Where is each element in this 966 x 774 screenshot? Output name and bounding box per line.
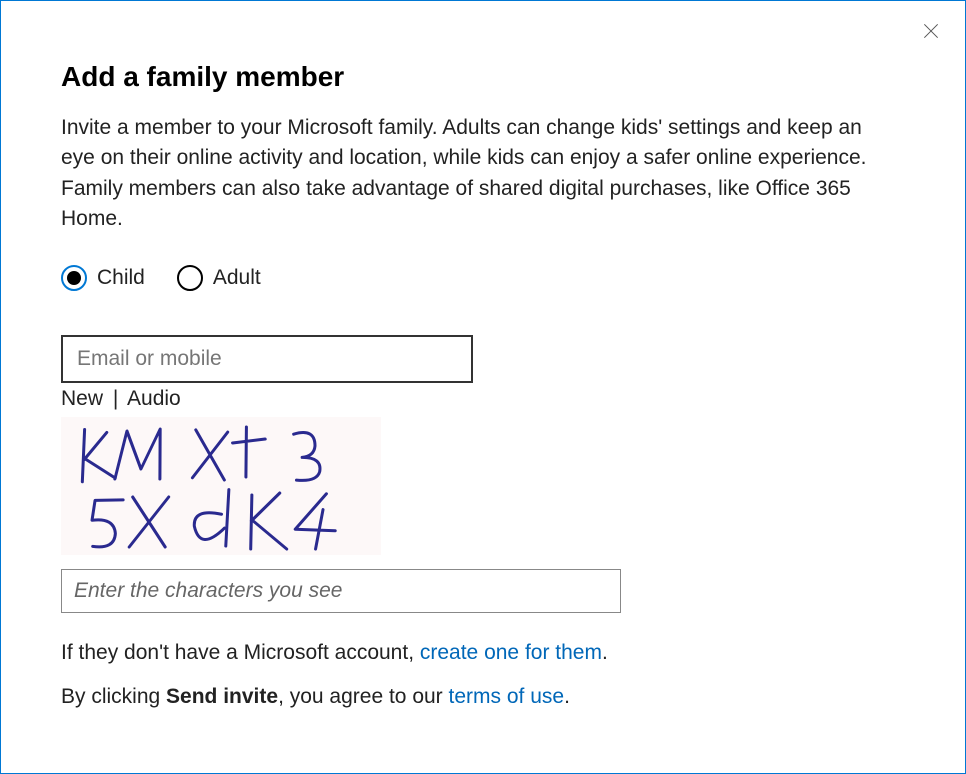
- member-type-radio-group: Child Adult: [61, 265, 905, 291]
- captcha-input[interactable]: [61, 569, 621, 613]
- captcha-controls: New | Audio: [61, 387, 905, 411]
- terms-suffix: .: [564, 685, 570, 708]
- separator: |: [113, 387, 118, 410]
- terms-link[interactable]: terms of use: [449, 685, 565, 708]
- create-account-line: If they don't have a Microsoft account, …: [61, 641, 905, 665]
- create-account-suffix: .: [602, 641, 608, 664]
- radio-adult-label: Adult: [213, 266, 261, 290]
- captcha-new-link[interactable]: New: [61, 387, 103, 410]
- radio-dot-icon: [67, 271, 81, 285]
- captcha-audio-link[interactable]: Audio: [127, 387, 181, 410]
- dialog-content: Add a family member Invite a member to y…: [1, 1, 965, 709]
- terms-prefix: By clicking: [61, 685, 166, 708]
- email-mobile-input[interactable]: [61, 335, 473, 383]
- terms-mid: , you agree to our: [278, 685, 448, 708]
- radio-adult[interactable]: Adult: [177, 265, 261, 291]
- captcha-image: [61, 417, 381, 555]
- terms-bold: Send invite: [166, 685, 278, 708]
- create-account-link[interactable]: create one for them: [420, 641, 602, 664]
- radio-child-label: Child: [97, 266, 145, 290]
- terms-line: By clicking Send invite, you agree to ou…: [61, 685, 905, 709]
- radio-child[interactable]: Child: [61, 265, 145, 291]
- create-account-prefix: If they don't have a Microsoft account,: [61, 641, 420, 664]
- page-title: Add a family member: [61, 61, 905, 93]
- close-button[interactable]: [919, 19, 943, 43]
- radio-circle-icon: [61, 265, 87, 291]
- radio-circle-icon: [177, 265, 203, 291]
- description-text: Invite a member to your Microsoft family…: [61, 113, 871, 235]
